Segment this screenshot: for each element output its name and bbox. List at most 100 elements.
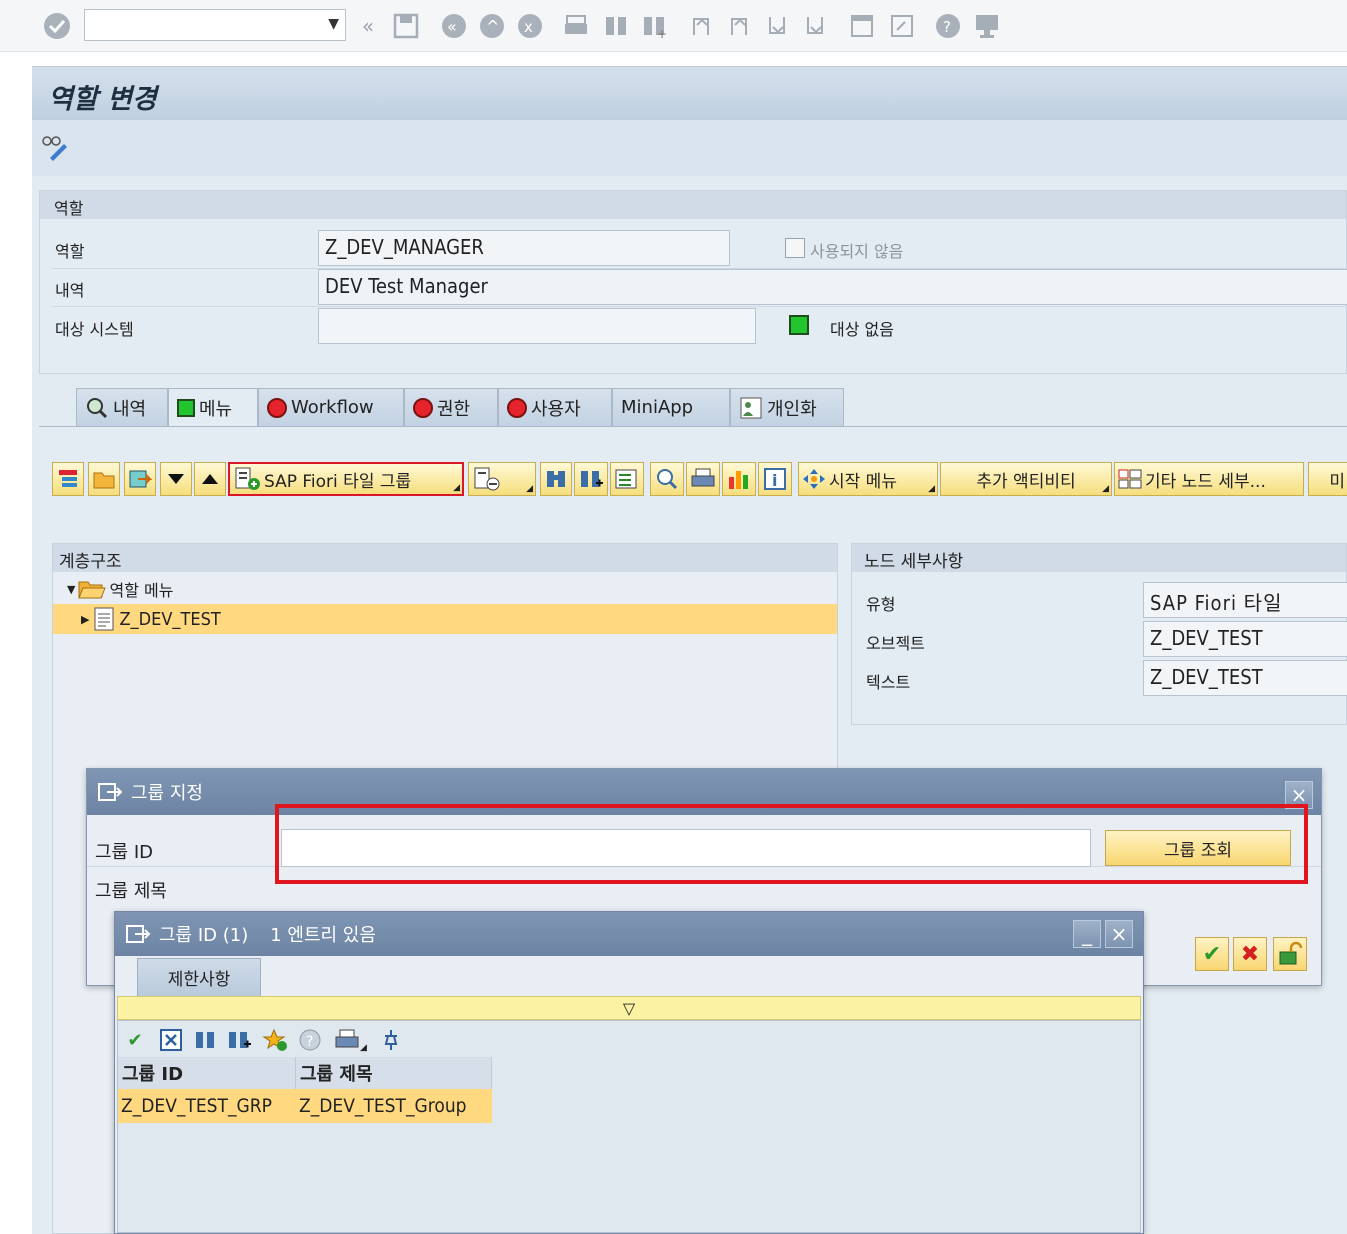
type-label: 유형 [866, 595, 896, 614]
svg-text:x: x [524, 18, 533, 36]
type-field[interactable]: SAP Fiori 타일 [1143, 582, 1347, 618]
unused-checkbox[interactable] [785, 238, 805, 258]
tab-personalization[interactable]: 개인화 [730, 388, 844, 426]
triangle-down-icon [168, 474, 184, 484]
column-header-group-id[interactable]: 그룹 ID [118, 1057, 296, 1089]
cancel-x-icon[interactable] [156, 1025, 186, 1055]
other-settings-button[interactable] [1273, 937, 1307, 971]
customize-layout-icon[interactable] [970, 10, 1004, 42]
column-header-group-title[interactable]: 그룹 제목 [296, 1057, 492, 1089]
tree-node-z-dev-test[interactable]: ▶ Z_DEV_TEST [53, 604, 837, 634]
cancel-icon[interactable]: x [514, 10, 546, 42]
previous-page-icon[interactable] [724, 10, 756, 42]
exit-icon[interactable]: ^ [476, 10, 508, 42]
help-icon[interactable]: ? [932, 10, 964, 42]
copy-menu-button[interactable] [124, 462, 156, 496]
back-icon[interactable]: « [438, 10, 470, 42]
expand-subtree-button[interactable] [610, 462, 644, 496]
table-cell-group-title[interactable]: Z_DEV_TEST_Group [296, 1089, 492, 1123]
group-id-input[interactable] [281, 829, 1091, 867]
truncated-toolbar-label: 미 [1329, 471, 1345, 492]
binoculars-icon [547, 471, 565, 487]
target-system-field[interactable] [318, 308, 756, 344]
object-field[interactable]: Z_DEV_TEST [1143, 621, 1347, 657]
menu-tree-icon [59, 470, 77, 487]
tab-miniapp[interactable]: MiniApp [612, 388, 730, 426]
chevron-down-icon[interactable]: ▼ [328, 16, 339, 32]
tab-restrictions[interactable]: 제한사항 [137, 958, 261, 996]
table-cell-group-id[interactable]: Z_DEV_TEST_GRP [118, 1089, 296, 1123]
move-up-button[interactable] [194, 462, 226, 496]
remove-node-button[interactable]: ◢ [468, 462, 536, 496]
minimize-icon[interactable]: _ [1073, 920, 1101, 948]
hierarchy-heading: 계층구조 [53, 544, 837, 572]
next-page-icon[interactable] [762, 10, 794, 42]
tab-workflow[interactable]: Workflow [258, 388, 404, 426]
close-icon[interactable]: × [1105, 920, 1133, 948]
dropdown-corner-icon: ◢ [1102, 484, 1109, 494]
confirm-button[interactable]: ✔ [1195, 937, 1229, 971]
tab-user-label: 사용자 [531, 398, 581, 420]
print-icon[interactable]: ◢ [330, 1025, 372, 1055]
tab-authorization[interactable]: 권한 [404, 388, 498, 426]
tab-user[interactable]: 사용자 [498, 388, 612, 426]
pin-icon[interactable] [376, 1025, 406, 1055]
collapse-filter-icon[interactable]: ▽ [623, 999, 635, 1018]
node-details-heading: 노드 세부사항 [852, 544, 1346, 572]
text-field[interactable]: Z_DEV_TEST [1143, 660, 1347, 696]
svg-text:^: ^ [486, 17, 499, 36]
enter-check-icon[interactable] [40, 10, 74, 42]
find-icon[interactable] [600, 10, 632, 42]
zoom-button[interactable] [650, 462, 684, 496]
tab-description[interactable]: 내역 [76, 388, 168, 426]
red-status-icon [413, 397, 433, 418]
find-next-button[interactable] [574, 462, 608, 496]
find-button[interactable] [540, 462, 572, 496]
tree-node-role-menu[interactable]: ▼ 역할 메뉴 [53, 574, 837, 604]
binoculars-plus-icon[interactable] [224, 1025, 254, 1055]
new-session-icon[interactable] [846, 10, 878, 42]
collapse-arrows-icon[interactable]: « [356, 12, 380, 40]
additional-activity-button[interactable]: 추가 액티비티 ◢ [940, 462, 1112, 496]
start-menu-button[interactable]: 시작 메뉴 ◢ [798, 462, 938, 496]
find-next-icon[interactable]: + [638, 10, 670, 42]
description-field[interactable]: DEV Test Manager [318, 269, 1347, 305]
group-lookup-button[interactable]: 그룹 조회 [1105, 830, 1291, 866]
other-node-details-button[interactable]: 기타 노드 세부... [1114, 462, 1304, 496]
shortcut-icon[interactable] [886, 10, 918, 42]
check-icon[interactable]: ✔ [120, 1025, 150, 1055]
command-field[interactable]: ▼ [84, 9, 346, 41]
group-assignment-dialog-header: 그룹 지정 [87, 769, 1321, 815]
cancel-button[interactable]: ✖ [1233, 937, 1267, 971]
dropdown-corner-icon: ◢ [453, 483, 460, 493]
favorites-star-icon[interactable] [260, 1025, 290, 1055]
information-button[interactable]: i [758, 462, 792, 496]
save-icon[interactable] [390, 10, 422, 42]
help-icon[interactable]: ? [296, 1025, 326, 1055]
sap-fiori-tile-group-button[interactable]: SAP Fiori 타일 그룹 ◢ [228, 462, 464, 496]
last-page-icon[interactable] [800, 10, 832, 42]
tab-menu[interactable]: 메뉴 [168, 388, 258, 426]
print-button[interactable] [686, 462, 720, 496]
display-change-glasses-icon[interactable] [40, 132, 70, 162]
collapsed-triangle-icon[interactable]: ▶ [81, 613, 89, 626]
first-page-icon[interactable] [686, 10, 718, 42]
role-field[interactable]: Z_DEV_MANAGER [318, 230, 730, 266]
add-group-icon [235, 467, 260, 490]
expand-triangle-icon[interactable]: ▼ [67, 583, 75, 596]
display-role-menu-button[interactable] [52, 462, 84, 496]
report-button[interactable] [722, 462, 756, 496]
result-grid: ✔ ? ◢ 그룹 ID 그룹 제목 Z_DEV_TEST_GRP Z_DEV_T… [117, 1020, 1141, 1233]
truncated-toolbar-button[interactable]: 미 [1308, 462, 1347, 496]
target-status-text: 대상 없음 [830, 320, 894, 339]
tab-miniapp-label: MiniApp [621, 397, 694, 418]
binoculars-icon[interactable] [190, 1025, 220, 1055]
restrictions-toggle-bar[interactable]: ▽ [117, 996, 1141, 1020]
tab-restrictions-label: 제한사항 [167, 970, 231, 990]
print-icon[interactable] [560, 10, 592, 42]
object-label: 오브젝트 [866, 634, 925, 653]
z-dev-test-label: Z_DEV_TEST [119, 608, 221, 630]
folder-button[interactable] [88, 462, 120, 496]
close-icon[interactable]: × [1285, 781, 1313, 809]
move-down-button[interactable] [160, 462, 192, 496]
